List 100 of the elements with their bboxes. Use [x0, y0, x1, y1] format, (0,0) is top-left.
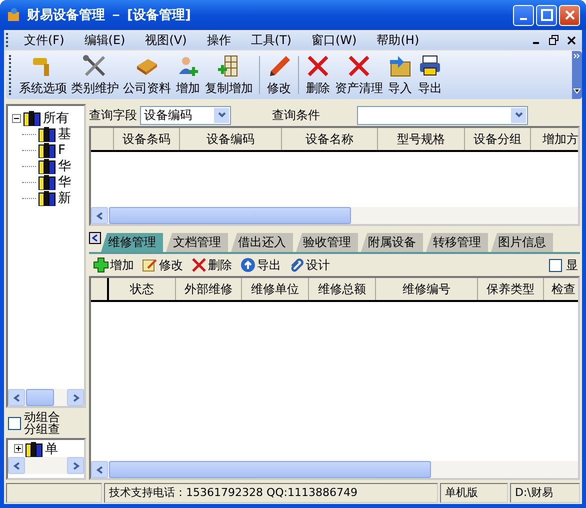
toolbar-button[interactable]: 修改: [140, 256, 185, 274]
books-icon: [25, 440, 43, 456]
delete-icon: [346, 54, 372, 78]
toolbar-button[interactable]: 增加: [173, 54, 203, 96]
status-text: 单机版: [440, 483, 508, 503]
column-header[interactable]: 状态: [109, 278, 176, 300]
scroll-left-button[interactable]: [8, 389, 25, 406]
books-icon: [38, 158, 56, 174]
close-button[interactable]: [559, 4, 580, 26]
expand-icon[interactable]: [14, 444, 23, 453]
tab-scroll-left-button[interactable]: [89, 232, 101, 244]
tab[interactable]: 文档管理: [166, 233, 228, 252]
toolbar-button[interactable]: 增加: [91, 256, 136, 274]
toolbar-button[interactable]: 公司资料: [121, 54, 173, 96]
books-icon: [38, 174, 56, 190]
window-title: 财易设备管理 － [设备管理]: [27, 7, 192, 24]
tree-item[interactable]: 华: [58, 173, 71, 191]
upload-icon: [240, 257, 256, 273]
scroll-thumb[interactable]: [109, 207, 351, 224]
toolbar-button[interactable]: 修改: [264, 54, 294, 96]
tab[interactable]: 转移管理: [426, 233, 488, 252]
menu-item[interactable]: 编辑(E): [74, 32, 136, 48]
condition-dropdown[interactable]: [357, 106, 528, 124]
tab[interactable]: 借出还入: [231, 233, 293, 252]
tree-item[interactable]: F: [58, 142, 66, 158]
scroll-thumb[interactable]: [109, 461, 431, 478]
books-icon: [38, 126, 56, 142]
tree-item[interactable]: 所有: [43, 109, 69, 127]
edit-icon: [142, 257, 158, 273]
tree-item[interactable]: 单: [45, 440, 58, 458]
toolbar-button[interactable]: 导入: [385, 54, 415, 96]
tree-item[interactable]: 华: [58, 157, 71, 175]
column-header[interactable]: 设备条码: [114, 128, 180, 150]
tools-icon: [82, 54, 108, 78]
menu-item[interactable]: 窗口(W): [302, 32, 367, 48]
column-header[interactable]: 维修编号: [376, 278, 478, 300]
collapse-icon[interactable]: [12, 114, 21, 122]
folder-arrow-icon: [387, 54, 413, 78]
toolbar-button[interactable]: 删除: [189, 256, 234, 274]
checkbox-label: 分组查: [24, 423, 60, 435]
tab[interactable]: 附属设备: [361, 233, 423, 252]
toolbar-button[interactable]: 复制增加: [203, 54, 255, 96]
minimize-button[interactable]: [513, 4, 534, 26]
toolbar-overflow-icon[interactable]: [572, 51, 582, 99]
checkbox[interactable]: [549, 258, 562, 272]
menu-item[interactable]: 工具(T): [240, 32, 302, 48]
close-icon[interactable]: [567, 36, 576, 44]
checkbox-label: 显: [566, 256, 578, 274]
scroll-left-button[interactable]: [91, 207, 108, 224]
delete-icon: [305, 54, 331, 78]
checkbox-label: 动组合: [24, 411, 60, 423]
toolbar-button[interactable]: 导出: [238, 256, 283, 274]
condition-label: 查询条件: [272, 106, 320, 124]
column-header[interactable]: 型号规格: [378, 128, 465, 150]
column-header[interactable]: 增加方: [531, 128, 578, 150]
books-icon: [38, 190, 56, 206]
tab[interactable]: 维修管理: [101, 233, 163, 252]
column-header[interactable]: 设备分组: [465, 128, 531, 150]
column-header[interactable]: 设备编码: [180, 128, 282, 150]
tab[interactable]: 验收管理: [296, 233, 358, 252]
books-icon: [38, 142, 56, 158]
column-header[interactable]: 保养类型: [478, 278, 544, 300]
menu-item[interactable]: 文件(F): [14, 32, 74, 48]
column-header[interactable]: 维修总额: [309, 278, 376, 300]
field-dropdown[interactable]: 设备编码: [140, 106, 231, 124]
scroll-right-button[interactable]: [67, 457, 84, 474]
toolbar-button[interactable]: 设计: [287, 256, 332, 274]
printer-icon: [417, 54, 443, 78]
toolbar-button[interactable]: 导出: [415, 54, 445, 96]
scroll-left-button[interactable]: [91, 461, 108, 478]
field-label: 查询字段: [89, 106, 137, 124]
tree-item[interactable]: 新: [58, 189, 71, 207]
books-icon: [23, 110, 41, 126]
paperclip-icon: [289, 257, 305, 273]
restore-icon[interactable]: [549, 35, 559, 45]
column-header[interactable]: 外部维修: [176, 278, 242, 300]
checkbox[interactable]: [8, 416, 21, 430]
tab[interactable]: 图片信息: [491, 233, 553, 252]
toolbar-button[interactable]: 类别维护: [69, 54, 121, 96]
status-text: 技术支持电话：15361792328 QQ:1113886749: [104, 483, 438, 503]
close-icon: [564, 9, 576, 21]
minimize-icon: [520, 18, 527, 20]
status-text: D:\财易: [510, 483, 580, 503]
tree-item[interactable]: 基: [58, 125, 71, 143]
toolbar-button[interactable]: 资产清理: [333, 54, 385, 96]
menu-item[interactable]: 帮助(H): [366, 32, 430, 48]
add-icon: [93, 257, 109, 273]
menu-item[interactable]: 视图(V): [135, 32, 197, 48]
column-header[interactable]: 检查: [544, 278, 578, 300]
maximize-button[interactable]: [536, 4, 557, 26]
toolbar-button[interactable]: 删除: [303, 54, 333, 96]
scroll-thumb[interactable]: [26, 389, 54, 406]
app-icon: [6, 7, 22, 23]
column-header[interactable]: 维修单位: [242, 278, 309, 300]
scroll-left-button[interactable]: [8, 457, 25, 474]
scroll-right-button[interactable]: [67, 389, 84, 406]
menu-item[interactable]: 操作: [196, 32, 241, 48]
column-header[interactable]: 设备名称: [282, 128, 378, 150]
toolbar-button[interactable]: 系统选项: [17, 54, 69, 96]
delete-icon: [191, 257, 207, 273]
